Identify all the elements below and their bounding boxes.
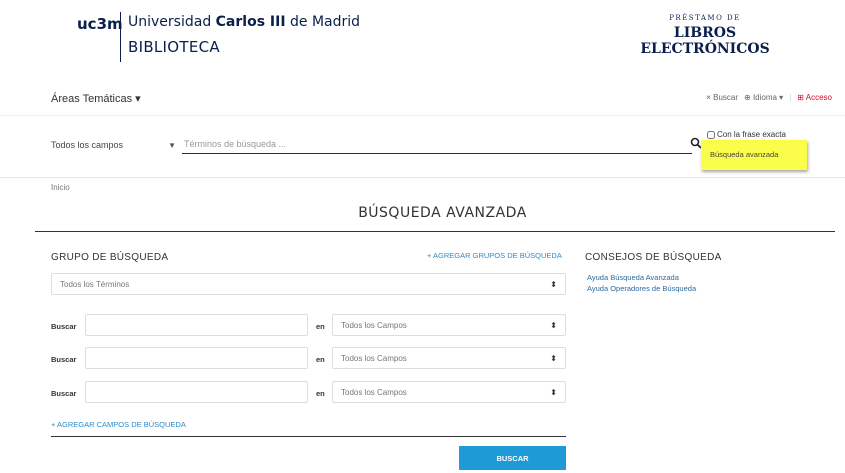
buscar-button[interactable]: BUSCAR <box>459 446 566 470</box>
row-2-label: Buscar <box>51 355 77 364</box>
grupo-title: GRUPO DE BÚSQUEDA <box>51 252 169 263</box>
main-content: Inicio BÚSQUEDA AVANZADA GRUPO DE BÚSQUE… <box>0 178 845 473</box>
row-3-input[interactable] <box>85 381 308 403</box>
row-3-en: en <box>316 389 325 398</box>
consejo-link-avanzada[interactable]: Ayuda Búsqueda Avanzada <box>587 273 679 282</box>
advanced-search-link[interactable]: Búsqueda avanzada <box>710 150 778 159</box>
caret-down-icon: ▼ <box>168 140 176 150</box>
exact-phrase-label: Con la frase exacta <box>717 130 786 139</box>
logo-divider <box>120 12 121 62</box>
libros-electronicos-logo[interactable]: LIBROS ELECTRÓNICOS <box>620 25 790 57</box>
form-bottom-divider <box>51 436 566 437</box>
row-2-input[interactable] <box>85 347 308 369</box>
row-3-label: Buscar <box>51 389 77 398</box>
exact-phrase-checkbox[interactable] <box>707 130 715 139</box>
libros-line2: ELECTRÓNICOS <box>640 41 770 57</box>
top-navbar: Áreas Temáticas ▾ × Buscar ⊕ Idioma ▾ | … <box>0 80 845 116</box>
univ-bold: Carlos III <box>215 14 286 30</box>
row-2-field-select[interactable]: Todos los Campos ⬍ <box>332 347 566 369</box>
consejo-link-operadores[interactable]: Ayuda Operadores de Búsqueda <box>587 284 696 293</box>
add-groups-link[interactable]: + AGREGAR GRUPOS DE BÚSQUEDA <box>427 251 562 260</box>
group-operator-select[interactable]: Todos los Términos ⬍ <box>51 273 566 295</box>
univ-suffix: de Madrid <box>285 14 361 30</box>
uc3m-logo[interactable]: uc3m <box>77 15 123 33</box>
areas-tematicas-menu[interactable]: Áreas Temáticas ▾ <box>51 92 141 105</box>
nav-separator: | <box>789 93 792 102</box>
row-2-en: en <box>316 355 325 364</box>
row-3-field-value: Todos los Campos <box>341 387 407 397</box>
add-fields-link[interactable]: + AGREGAR CAMPOS DE BÚSQUEDA <box>51 420 186 429</box>
select-arrows-icon: ⬍ <box>550 320 557 330</box>
select-arrows-icon: ⬍ <box>550 279 557 289</box>
acceso-link[interactable]: ⊞ Acceso <box>797 93 832 102</box>
row-2-field-value: Todos los Campos <box>341 353 407 363</box>
page-title: BÚSQUEDA AVANZADA <box>358 205 527 221</box>
consejos-title: CONSEJOS DE BÚSQUEDA <box>585 252 722 263</box>
select-arrows-icon: ⬍ <box>550 353 557 363</box>
exact-phrase-option[interactable]: Con la frase exacta <box>707 130 786 139</box>
breadcrumb-inicio[interactable]: Inicio <box>51 183 70 192</box>
group-operator-value: Todos los Términos <box>60 279 130 289</box>
select-arrows-icon: ⬍ <box>550 387 557 397</box>
row-1-field-select[interactable]: Todos los Campos ⬍ <box>332 314 566 336</box>
site-header: uc3m Universidad Carlos III de Madrid BI… <box>0 0 845 80</box>
field-select[interactable]: Todos los campos ▼ <box>51 136 176 154</box>
biblioteca-label[interactable]: BIBLIOTECA <box>128 38 220 56</box>
row-1-label: Buscar <box>51 322 77 331</box>
advanced-search-highlight: Con la frase exacta Búsqueda avanzada <box>701 130 807 170</box>
university-name[interactable]: Universidad Carlos III de Madrid <box>128 14 360 30</box>
nav-right-links: × Buscar ⊕ Idioma ▾ | ⊞ Acceso <box>706 93 832 102</box>
row-3-field-select[interactable]: Todos los Campos ⬍ <box>332 381 566 403</box>
univ-prefix: Universidad <box>128 14 216 30</box>
field-select-value: Todos los campos <box>51 140 124 150</box>
buscar-link[interactable]: × Buscar <box>706 93 738 102</box>
libros-line1: LIBROS <box>673 25 737 41</box>
prestamo-label: PRÉSTAMO DE <box>669 14 741 22</box>
row-1-field-value: Todos los Campos <box>341 320 407 330</box>
idioma-menu[interactable]: ⊕ Idioma ▾ <box>744 93 783 102</box>
title-divider <box>35 231 835 232</box>
row-1-input[interactable] <box>85 314 308 336</box>
search-terms-input[interactable] <box>182 134 692 154</box>
row-1-en: en <box>316 322 325 331</box>
